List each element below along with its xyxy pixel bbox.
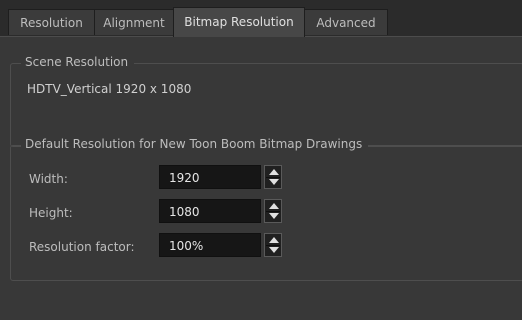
arrow-down-icon: [269, 179, 279, 185]
tab-advanced[interactable]: Advanced: [304, 9, 388, 35]
arrow-down-icon: [269, 213, 279, 219]
bitmap-resolution-panel: Scene Resolution HDTV_Vertical 1920 x 10…: [0, 36, 522, 320]
width-spinner[interactable]: [264, 165, 282, 189]
resolution-factor-label: Resolution factor:: [29, 240, 135, 254]
height-decrement-button[interactable]: [266, 211, 280, 221]
resolution-factor-spinner[interactable]: [264, 233, 282, 257]
tab-alignment[interactable]: Alignment: [94, 9, 174, 35]
width-field[interactable]: 1920: [159, 165, 261, 189]
scene-resolution-group: Scene Resolution HDTV_Vertical 1920 x 10…: [10, 55, 522, 147]
tab-bitmap-resolution[interactable]: Bitmap Resolution: [173, 7, 305, 37]
height-spinner[interactable]: [264, 199, 282, 223]
scene-resolution-value: HDTV_Vertical 1920 x 1080: [27, 82, 192, 96]
arrow-up-icon: [269, 237, 279, 243]
width-decrement-button[interactable]: [266, 177, 280, 187]
height-field[interactable]: 1080: [159, 199, 261, 223]
width-label: Width:: [29, 172, 68, 186]
arrow-up-icon: [269, 169, 279, 175]
height-label: Height:: [29, 206, 73, 220]
tab-resolution[interactable]: Resolution: [8, 9, 95, 35]
factor-decrement-button[interactable]: [266, 245, 280, 255]
default-resolution-group: Default Resolution for New Toon Boom Bit…: [10, 137, 522, 281]
default-resolution-title: Default Resolution for New Toon Boom Bit…: [21, 137, 369, 151]
tab-bar: Resolution Alignment Bitmap Resolution A…: [0, 0, 522, 37]
resolution-factor-field[interactable]: 100%: [159, 233, 261, 257]
scene-resolution-title: Scene Resolution: [21, 55, 135, 69]
arrow-down-icon: [269, 247, 279, 253]
arrow-up-icon: [269, 203, 279, 209]
